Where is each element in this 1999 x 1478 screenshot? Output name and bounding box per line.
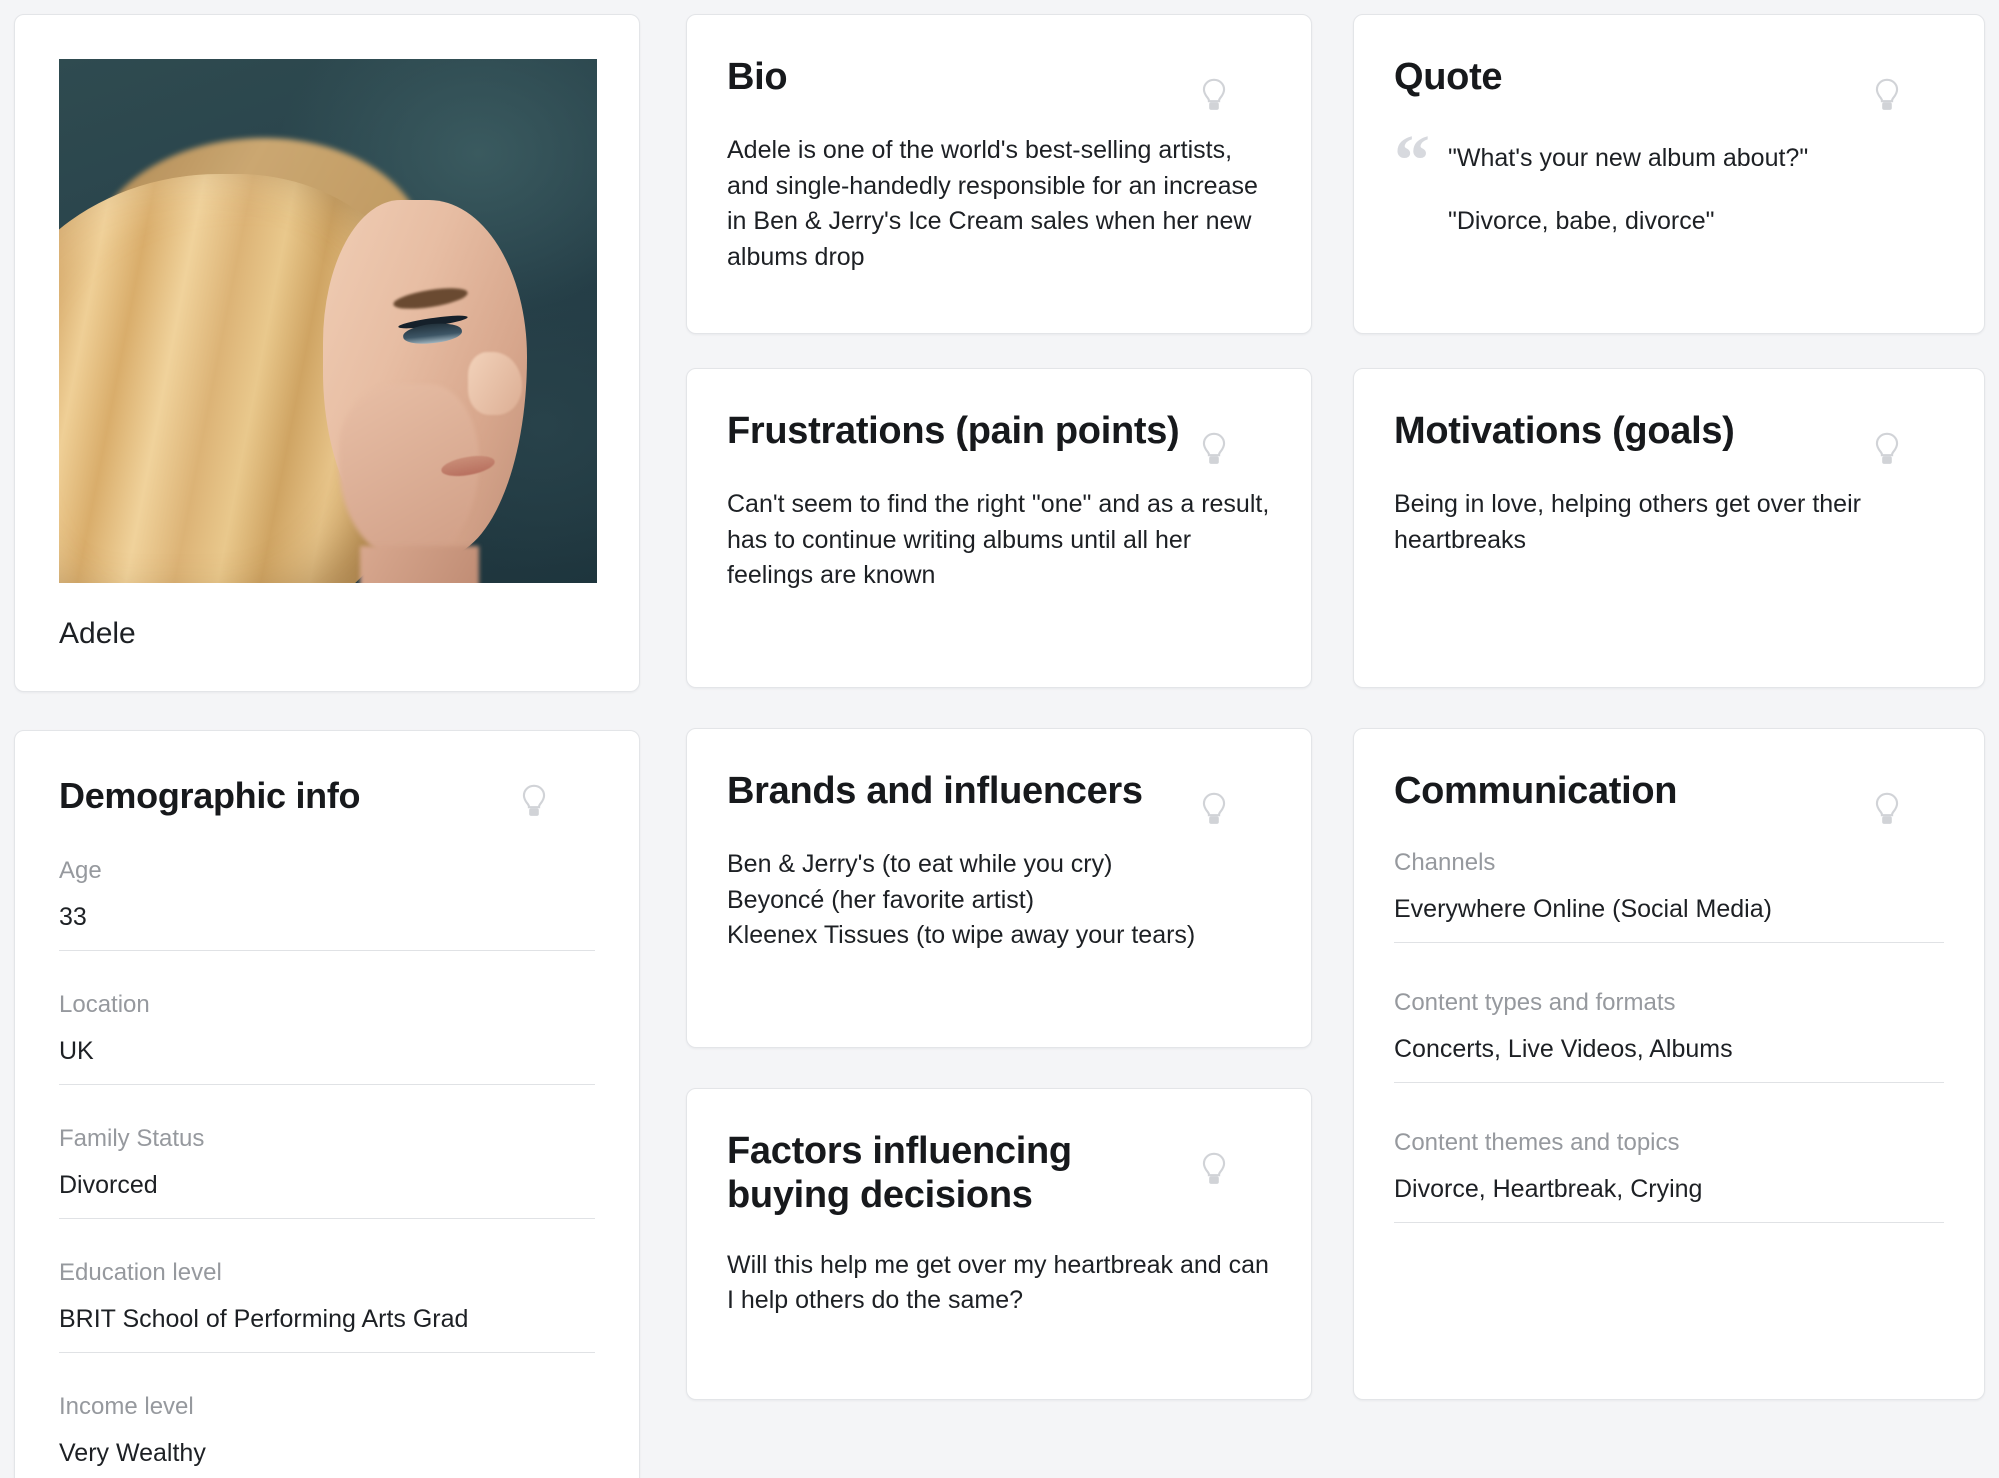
field-education-level: Education level BRIT School of Performin…: [59, 1259, 595, 1354]
card-title: Demographic info: [59, 775, 361, 816]
card-header: Factors influencing buying decisions: [727, 1129, 1271, 1218]
lightbulb-icon[interactable]: [1870, 77, 1904, 115]
card-body: Ben & Jerry's (to eat while you cry) Bey…: [727, 850, 1196, 950]
card-title: Frustrations (pain points): [727, 410, 1180, 452]
field-label: Channels: [1394, 849, 1496, 877]
card-body: Will this help me get over my heartbreak…: [727, 1250, 1269, 1315]
field-value[interactable]: Concerts, Live Videos, Albums: [1394, 1037, 1944, 1084]
field-channels: Channels Everywhere Online (Social Media…: [1394, 849, 1944, 944]
brands-and-influencers-card: Brands and influencers Ben & Jerry's (to…: [686, 728, 1312, 1048]
card-header: Brands and influencers: [727, 769, 1271, 824]
lightbulb-icon[interactable]: [1197, 791, 1231, 829]
frustrations-card: Frustrations (pain points) Can't seem to…: [686, 368, 1312, 688]
card-header: Motivations (goals): [1394, 409, 1944, 464]
demographic-info-card: Demographic info Age 33 Location UK Fami…: [14, 730, 640, 1478]
field-value[interactable]: 33: [59, 905, 595, 952]
card-title: Quote: [1394, 56, 1503, 98]
card-header: Communication: [1394, 769, 1944, 824]
card-body: Can't seem to find the right "one" and a…: [727, 490, 1270, 590]
field-value[interactable]: BRIT School of Performing Arts Grad: [59, 1307, 595, 1354]
card-header: Demographic info: [59, 775, 595, 817]
lightbulb-icon[interactable]: [517, 783, 551, 821]
field-label: Income level: [59, 1393, 194, 1421]
field-age: Age 33: [59, 857, 595, 952]
field-label: Education level: [59, 1259, 222, 1287]
field-label: Content types and formats: [1394, 989, 1676, 1017]
quote-mark-icon: “: [1394, 120, 1430, 201]
lightbulb-icon[interactable]: [1197, 431, 1231, 469]
quote-card: Quote “ "What's your new album about?" "…: [1353, 14, 1985, 334]
communication-card: Communication Channels Everywhere Online…: [1353, 728, 1985, 1400]
photo-neck: [360, 546, 479, 583]
photo-nose: [467, 352, 522, 416]
field-value[interactable]: UK: [59, 1039, 595, 1086]
bio-card: Bio Adele is one of the world's best-sel…: [686, 14, 1312, 334]
buying-decision-factors-card: Factors influencing buying decisions Wil…: [686, 1088, 1312, 1400]
field-value[interactable]: Divorce, Heartbreak, Crying: [1394, 1177, 1944, 1224]
card-title: Communication: [1394, 770, 1678, 812]
card-body: Adele is one of the world's best-selling…: [727, 136, 1258, 271]
profile-photo: [59, 59, 597, 583]
lightbulb-icon[interactable]: [1870, 431, 1904, 469]
field-label: Location: [59, 991, 150, 1019]
profile-name: Adele: [59, 617, 136, 650]
field-content-types-and-formats: Content types and formats Concerts, Live…: [1394, 989, 1944, 1084]
card-title: Bio: [727, 56, 788, 98]
card-header: Frustrations (pain points): [727, 409, 1271, 464]
field-value[interactable]: Divorced: [59, 1173, 595, 1220]
communication-fields: Channels Everywhere Online (Social Media…: [1394, 849, 1944, 1224]
field-location: Location UK: [59, 991, 595, 1086]
lightbulb-icon[interactable]: [1197, 77, 1231, 115]
card-title: Factors influencing buying decisions: [727, 1130, 1072, 1217]
field-income-level: Income level Very Wealthy: [59, 1395, 595, 1478]
field-family-status: Family Status Divorced: [59, 1125, 595, 1220]
field-content-themes-and-topics: Content themes and topics Divorce, Heart…: [1394, 1129, 1944, 1224]
field-label: Content themes and topics: [1394, 1129, 1680, 1157]
quote-block: “ "What's your new album about?" "Divorc…: [1394, 120, 1944, 239]
profile-card: Adele: [14, 14, 640, 692]
quote-lines: "What's your new album about?" "Divorce,…: [1448, 135, 1808, 239]
persona-board: Adele Demographic info Age 33 Location U…: [0, 0, 1999, 1478]
quote-line: "Divorce, babe, divorce": [1448, 207, 1715, 236]
card-title: Motivations (goals): [1394, 410, 1735, 452]
motivations-card: Motivations (goals) Being in love, helpi…: [1353, 368, 1985, 688]
field-value[interactable]: Everywhere Online (Social Media): [1394, 897, 1944, 944]
quote-line: "What's your new album about?": [1448, 144, 1809, 173]
demographic-fields: Age 33 Location UK Family Status Divorce…: [59, 859, 595, 1478]
field-label: Age: [59, 857, 102, 885]
card-body: Being in love, helping others get over t…: [1394, 490, 1861, 554]
card-title: Brands and influencers: [727, 770, 1143, 812]
card-header: Bio: [727, 55, 1271, 110]
card-header: Quote: [1394, 55, 1944, 110]
lightbulb-icon[interactable]: [1197, 1151, 1231, 1189]
field-value[interactable]: Very Wealthy: [59, 1441, 595, 1478]
field-label: Family Status: [59, 1125, 205, 1153]
lightbulb-icon[interactable]: [1870, 791, 1904, 829]
